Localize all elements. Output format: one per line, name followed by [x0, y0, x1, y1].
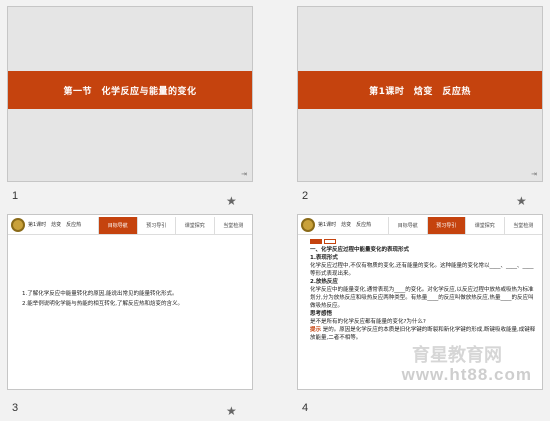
think-title: 思考感悟	[310, 311, 333, 317]
hint-label: 提示	[310, 327, 322, 333]
logo-icon	[11, 218, 25, 232]
forward-icon: ⇥	[531, 170, 537, 178]
slide-number-4: 4	[302, 402, 309, 414]
header-title: 第1课时 焓变 反应热	[318, 222, 372, 228]
slide-header: 第1课时 焓变 反应热 目标导航 预习导引 课堂探究 当堂检测	[298, 215, 542, 235]
watermark-url: www.ht88.com	[401, 365, 532, 384]
slide-number-1: 1	[12, 190, 19, 202]
tab-goals[interactable]: 目标导航	[388, 217, 427, 234]
tab-test[interactable]: 当堂检测	[213, 217, 253, 234]
slide-thumbnail-4[interactable]: 第1课时 焓变 反应热 目标导航 预习导引 课堂探究 当堂检测 一、化学反应过程…	[297, 214, 543, 390]
hint-paragraph: 提示 是的。原因是化学反应的本质是旧化学键的断裂和新化学键的形成,断键吸收能量,…	[310, 326, 536, 342]
mini-tab-1	[310, 239, 322, 244]
star-icon[interactable]: ★	[516, 194, 527, 208]
paragraph-2: 化学反应中的能量变化,通常表现为____的变化。对化学反应,以反应过程中放热或吸…	[310, 287, 534, 309]
tab-goals[interactable]: 目标导航	[98, 217, 137, 234]
tab-preview[interactable]: 预习导引	[136, 217, 176, 234]
watermark-brand: 育星教育网	[412, 345, 502, 366]
goal-line-1: 1.了解化学反应中能量转化的原因,能说出常见的能量转化形式。	[22, 291, 178, 297]
star-icon[interactable]: ★	[226, 194, 237, 208]
slide-thumbnail-1[interactable]: 第一节 化学反应与能量的变化 ⇥	[7, 6, 253, 182]
question-text: 是不是所有的化学反应都有能量的变化?为什么?	[310, 319, 426, 325]
mini-tab-2	[324, 239, 336, 244]
slide-number-2: 2	[302, 190, 309, 202]
logo-icon	[301, 218, 315, 232]
tab-preview[interactable]: 预习导引	[426, 217, 465, 234]
tab-bar: 目标导航 预习导引 课堂探究 当堂检测	[98, 217, 252, 234]
subheading-2: 2.放热反应	[310, 279, 338, 285]
slide-thumbnail-2[interactable]: 第1课时 焓变 反应热 ⇥	[297, 6, 543, 182]
title-band: 第1课时 焓变 反应热	[298, 71, 542, 109]
tab-test[interactable]: 当堂检测	[503, 217, 543, 234]
slide-number-3: 3	[12, 402, 19, 414]
star-icon[interactable]: ★	[226, 404, 237, 418]
goal-list: 1.了解化学反应中能量转化的原因,能说出常见的能量转化形式。 2.能举例说明化学…	[22, 289, 242, 309]
header-title: 第1课时 焓变 反应热	[28, 222, 82, 228]
tab-explore[interactable]: 课堂探究	[175, 217, 214, 234]
mini-tab-indicator	[310, 239, 536, 244]
section-heading: 一、化学反应过程中能量变化的表现形式	[310, 247, 410, 253]
slide-header: 第1课时 焓变 反应热 目标导航 预习导引 课堂探究 当堂检测	[8, 215, 252, 235]
subheading-1: 1.表现形式	[310, 255, 338, 261]
goal-line-2: 2.能举例说明化学能与热能的相互转化,了解反应热和焓变的含义。	[22, 301, 183, 307]
forward-icon: ⇥	[241, 170, 247, 178]
title-band: 第一节 化学反应与能量的变化	[8, 71, 252, 109]
slide-thumbnail-3[interactable]: 第1课时 焓变 反应热 目标导航 预习导引 课堂探究 当堂检测 1.了解化学反应…	[7, 214, 253, 390]
tab-explore[interactable]: 课堂探究	[465, 217, 504, 234]
paragraph-1: 化学反应过程中,不仅有物质的变化,还有能量的变化。这种能量的变化常以____、_…	[310, 263, 534, 277]
tab-bar: 目标导航 预习导引 课堂探究 当堂检测	[388, 217, 542, 234]
hint-text: 是的。原因是化学反应的本质是旧化学键的断裂和新化学键的形成,断键吸收能量,成键释…	[310, 327, 536, 341]
